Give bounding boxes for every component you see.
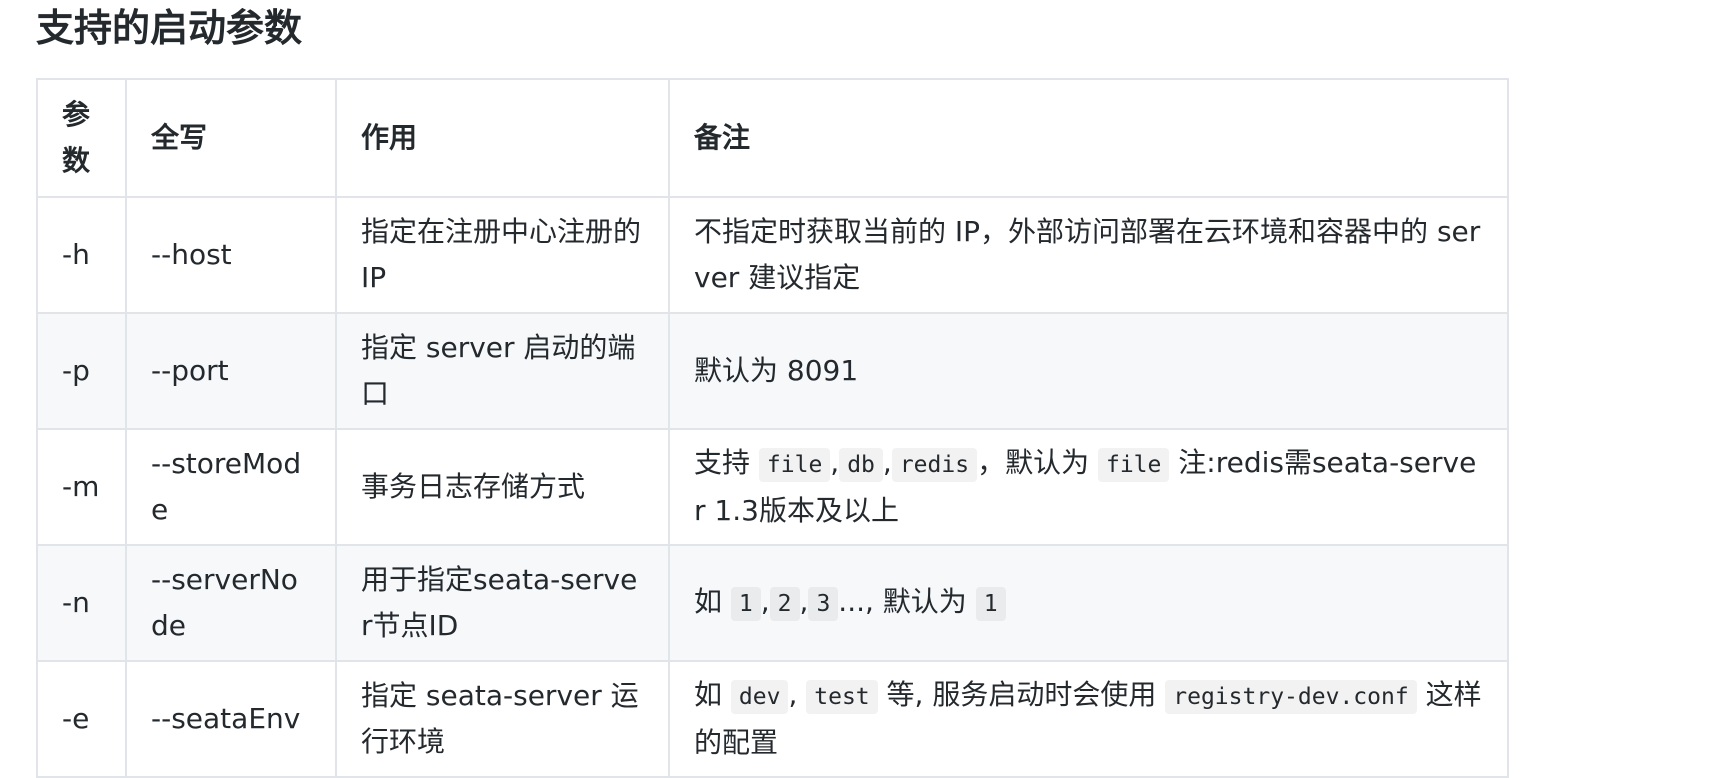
cell-purpose: 指定 seata-server 运行环境 bbox=[335, 660, 670, 778]
table-header-row: 参数 全写 作用 备注 bbox=[36, 78, 1509, 198]
cell-full-name: --port bbox=[125, 312, 337, 430]
inline-code: db bbox=[839, 448, 883, 482]
table-row: -h --host 指定在注册中心注册的 IP 不指定时获取当前的 IP，外部访… bbox=[36, 196, 1509, 314]
inline-code: dev bbox=[730, 680, 789, 714]
note-text: 不指定时获取当前的 IP，外部访问部署在云环境和容器中的 server 建议指定 bbox=[694, 215, 1481, 294]
note-text: , bbox=[830, 446, 840, 479]
note-text: 支持 bbox=[694, 446, 759, 479]
cell-purpose: 指定在注册中心注册的 IP bbox=[335, 196, 670, 314]
note-text: 默认为 8091 bbox=[694, 354, 859, 387]
note-text: 等, 服务启动时会使用 bbox=[877, 678, 1166, 711]
header-full-name: 全写 bbox=[125, 78, 337, 198]
table-row: -p --port 指定 server 启动的端口 默认为 8091 bbox=[36, 312, 1509, 430]
cell-flag: -m bbox=[36, 428, 127, 546]
cell-note: 不指定时获取当前的 IP，外部访问部署在云环境和容器中的 server 建议指定 bbox=[668, 196, 1509, 314]
note-text: , bbox=[882, 446, 892, 479]
header-note: 备注 bbox=[668, 78, 1509, 198]
cell-purpose: 用于指定seata-server节点ID bbox=[335, 544, 670, 662]
inline-code: file bbox=[758, 448, 831, 482]
cell-full-name: --serverNode bbox=[125, 544, 337, 662]
cell-note: 默认为 8091 bbox=[668, 312, 1509, 430]
table-row: -e --seataEnv 指定 seata-server 运行环境 如 dev… bbox=[36, 660, 1509, 778]
note-text: 如 bbox=[694, 678, 731, 711]
note-text: , bbox=[760, 585, 770, 618]
cell-full-name: --host bbox=[125, 196, 337, 314]
cell-purpose: 事务日志存储方式 bbox=[335, 428, 670, 546]
inline-code: file bbox=[1097, 448, 1170, 482]
inline-code: test bbox=[806, 680, 878, 714]
cell-full-name: --seataEnv bbox=[125, 660, 337, 778]
cell-full-name: --storeMode bbox=[125, 428, 337, 546]
inline-code: 3 bbox=[808, 587, 839, 621]
header-purpose: 作用 bbox=[335, 78, 670, 198]
note-text: ，默认为 bbox=[977, 446, 1098, 479]
cell-note: 支持 file, db, redis ，默认为 file 注:redis需seata-… bbox=[668, 428, 1509, 546]
cell-flag: -e bbox=[36, 660, 127, 778]
note-text: , bbox=[788, 678, 807, 711]
note-text: ..., 默认为 bbox=[838, 585, 976, 618]
inline-code: registry-dev.conf bbox=[1165, 680, 1417, 714]
cell-flag: -p bbox=[36, 312, 127, 430]
cell-note: 如 dev, test 等, 服务启动时会使用 registry-dev.con… bbox=[668, 660, 1509, 778]
cell-purpose: 指定 server 启动的端口 bbox=[335, 312, 670, 430]
cell-note: 如 1, 2, 3..., 默认为 1 bbox=[668, 544, 1509, 662]
table-row: -n --serverNode 用于指定seata-server节点ID 如 1… bbox=[36, 544, 1509, 662]
cell-flag: -n bbox=[36, 544, 127, 662]
inline-code: 1 bbox=[730, 587, 761, 621]
header-param: 参数 bbox=[36, 78, 127, 198]
inline-code: redis bbox=[891, 448, 978, 482]
cell-flag: -h bbox=[36, 196, 127, 314]
inline-code: 2 bbox=[769, 587, 800, 621]
table-row: -m --storeMode 事务日志存储方式 支持 file, db, redis… bbox=[36, 428, 1509, 546]
note-text: 如 bbox=[694, 585, 731, 618]
startup-params-table: 参数 全写 作用 备注 -h --host 指定在注册中心注册的 IP 不指定时… bbox=[36, 78, 1509, 778]
section-heading: 支持的启动参数 bbox=[36, 6, 303, 50]
inline-code: 1 bbox=[975, 587, 1006, 621]
